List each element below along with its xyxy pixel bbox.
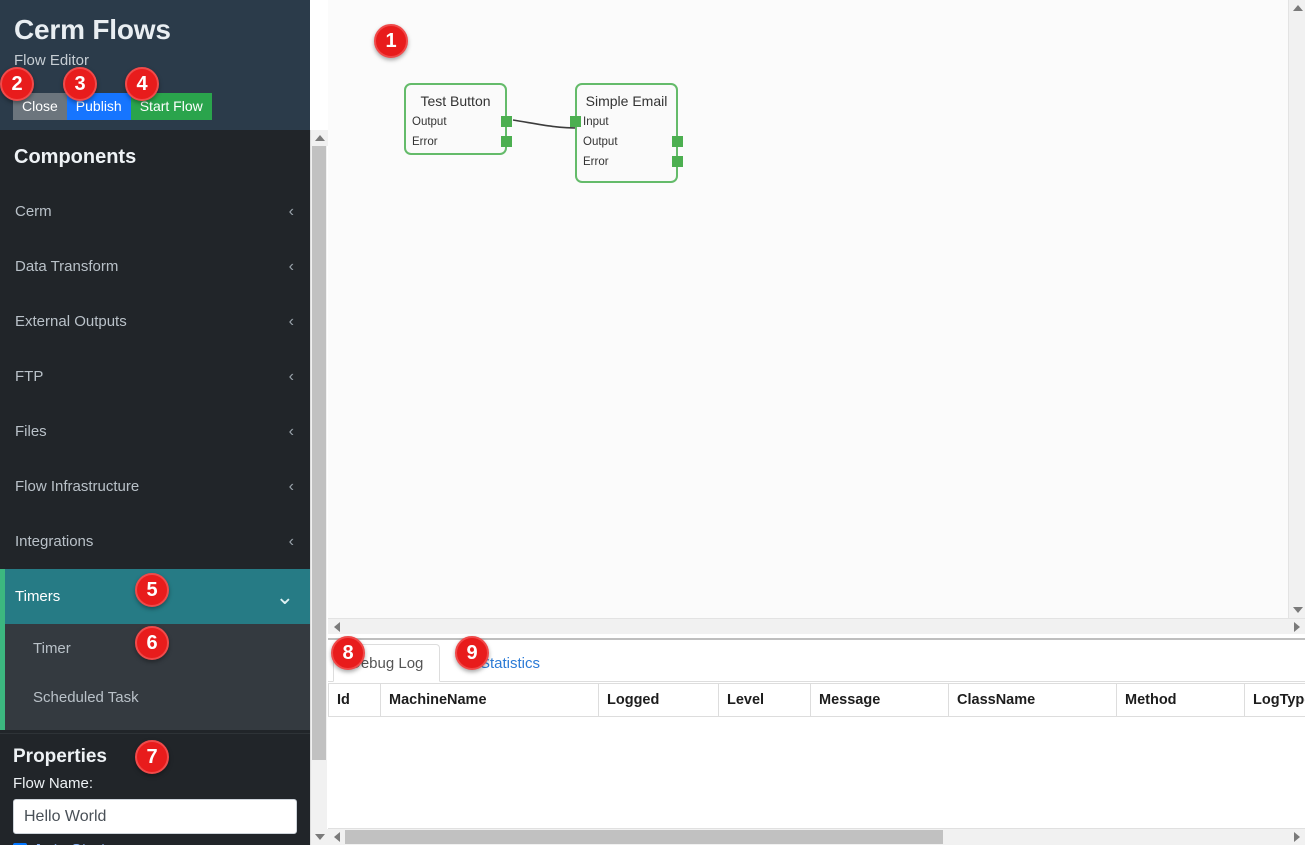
sidebar-item-label: External Outputs xyxy=(15,313,127,330)
callout-badge-9: 9 xyxy=(455,636,489,670)
debug-log-table: Id MachineName Logged Level Message ClassName… xyxy=(328,683,1305,717)
column-header-id[interactable]: Id xyxy=(328,683,381,717)
output-port-output[interactable] xyxy=(501,116,512,127)
debug-log-table-viewport: Id MachineName Logged Level Message ClassName… xyxy=(328,683,1305,829)
callout-badge-5: 5 xyxy=(135,573,169,607)
sidebar-subitem-scheduled-task[interactable]: Scheduled Task xyxy=(5,673,310,722)
canvas-scroll-up-button[interactable] xyxy=(1289,0,1305,16)
sidebar-item-label: Data Transform xyxy=(15,258,119,275)
sidebar-item-files[interactable]: Files ‹ xyxy=(0,404,310,459)
sidebar-scrollbar[interactable] xyxy=(310,130,328,845)
column-header-method[interactable]: Method xyxy=(1116,683,1245,717)
canvas-vertical-scrollbar[interactable] xyxy=(1288,0,1305,618)
output-port-error[interactable] xyxy=(672,156,683,167)
output-port-label-error: Error xyxy=(583,156,609,168)
triangle-down-icon xyxy=(314,834,325,840)
sidebar-item-label: Integrations xyxy=(15,533,94,550)
canvas-scroll-left-button[interactable] xyxy=(328,619,345,634)
output-port-label-output: Output xyxy=(583,136,618,148)
sidebar-item-label: FTP xyxy=(15,368,44,385)
chevron-left-icon[interactable]: ‹ xyxy=(289,423,294,440)
triangle-right-icon xyxy=(1293,622,1300,632)
sidebar-item-external-outputs[interactable]: External Outputs ‹ xyxy=(0,294,310,349)
output-port-output[interactable] xyxy=(672,136,683,147)
flow-node-test-button[interactable]: Test Button Output Error xyxy=(404,83,512,155)
debug-log-horizontal-scrollbar[interactable] xyxy=(328,828,1305,845)
sidebar-item-data-transform[interactable]: Data Transform ‹ xyxy=(0,239,310,294)
app-title: Cerm Flows xyxy=(14,14,171,45)
canvas-scroll-down-button[interactable] xyxy=(1289,602,1305,618)
flow-name-input[interactable] xyxy=(13,799,297,834)
triangle-right-icon xyxy=(1293,832,1300,842)
flow-canvas-surface[interactable]: Test Button Output Error Simple Email Input O… xyxy=(328,0,1288,618)
input-port-label-input: Input xyxy=(583,116,609,128)
flow-editor-app: Cerm Flows Flow Editor Close Publish Sta… xyxy=(0,0,1305,845)
callout-badge-3: 3 xyxy=(63,67,97,101)
column-header-machinename[interactable]: MachineName xyxy=(380,683,599,717)
callout-badge-6: 6 xyxy=(135,626,169,660)
triangle-down-icon xyxy=(1292,607,1303,613)
log-scroll-right-button[interactable] xyxy=(1288,829,1305,845)
column-header-logtype[interactable]: LogType xyxy=(1244,683,1305,717)
output-port-error[interactable] xyxy=(501,136,512,147)
output-port-label-error: Error xyxy=(412,136,438,148)
callout-badge-2: 2 xyxy=(0,67,34,101)
callout-badge-7: 7 xyxy=(135,740,169,774)
chevron-left-icon[interactable]: ‹ xyxy=(289,258,294,275)
flow-name-label: Flow Name: xyxy=(13,775,94,792)
flow-node-title: Simple Email xyxy=(585,93,668,109)
log-scroll-left-button[interactable] xyxy=(328,829,345,845)
column-header-level[interactable]: Level xyxy=(718,683,811,717)
column-header-classname[interactable]: ClassName xyxy=(948,683,1117,717)
chevron-left-icon[interactable]: ‹ xyxy=(289,533,294,550)
table-header-row: Id MachineName Logged Level Message ClassName… xyxy=(328,683,1305,717)
page-subtitle: Flow Editor xyxy=(14,52,90,69)
canvas-scroll-right-button[interactable] xyxy=(1288,619,1305,634)
triangle-up-icon xyxy=(314,135,325,141)
column-header-message[interactable]: Message xyxy=(810,683,949,717)
chevron-left-icon[interactable]: ‹ xyxy=(289,478,294,495)
sidebar-item-label: Cerm xyxy=(15,203,52,220)
triangle-up-icon xyxy=(1292,5,1303,11)
log-scrollbar-thumb[interactable] xyxy=(345,830,943,844)
sidebar-item-label: Flow Infrastructure xyxy=(15,478,140,495)
sidebar-scroll-down-button[interactable] xyxy=(311,829,328,845)
sidebar-scroll-up-button[interactable] xyxy=(311,130,328,146)
auto-start-label: Auto Start xyxy=(33,841,106,845)
output-port-label-output: Output xyxy=(412,116,447,128)
flow-node-title: Test Button xyxy=(420,93,491,109)
chevron-left-icon[interactable]: ‹ xyxy=(289,368,294,385)
sidebar-item-cerm[interactable]: Cerm ‹ xyxy=(0,184,310,239)
flow-canvas[interactable]: Test Button Output Error Simple Email Input O… xyxy=(328,0,1305,634)
sidebar-item-flow-infrastructure[interactable]: Flow Infrastructure ‹ xyxy=(0,459,310,514)
sidebar-item-integrations[interactable]: Integrations ‹ xyxy=(0,514,310,569)
auto-start-row[interactable]: Auto Start xyxy=(13,841,297,845)
sidebar-item-ftp[interactable]: FTP ‹ xyxy=(0,349,310,404)
sidebar-item-label: Files xyxy=(15,423,47,440)
column-header-logged[interactable]: Logged xyxy=(598,683,719,717)
left-sidebar: Cerm Flows Flow Editor Close Publish Sta… xyxy=(0,0,310,845)
callout-badge-8: 8 xyxy=(331,636,365,670)
triangle-left-icon xyxy=(333,622,340,632)
components-title: Components xyxy=(14,146,137,168)
callout-badge-4: 4 xyxy=(125,67,159,101)
chevron-left-icon[interactable]: ‹ xyxy=(289,203,294,220)
triangle-left-icon xyxy=(333,832,340,842)
canvas-horizontal-scrollbar[interactable] xyxy=(328,618,1305,634)
flow-node-simple-email[interactable]: Simple Email Input Output Error xyxy=(570,83,683,183)
chevron-down-icon[interactable]: ⌄ xyxy=(276,585,294,607)
callout-badge-1: 1 xyxy=(374,24,408,58)
input-port-input[interactable] xyxy=(570,116,581,127)
sidebar-scrollbar-thumb[interactable] xyxy=(312,146,326,760)
chevron-left-icon[interactable]: ‹ xyxy=(289,313,294,330)
toolbar-buttons: Close Publish Start Flow xyxy=(13,93,212,120)
